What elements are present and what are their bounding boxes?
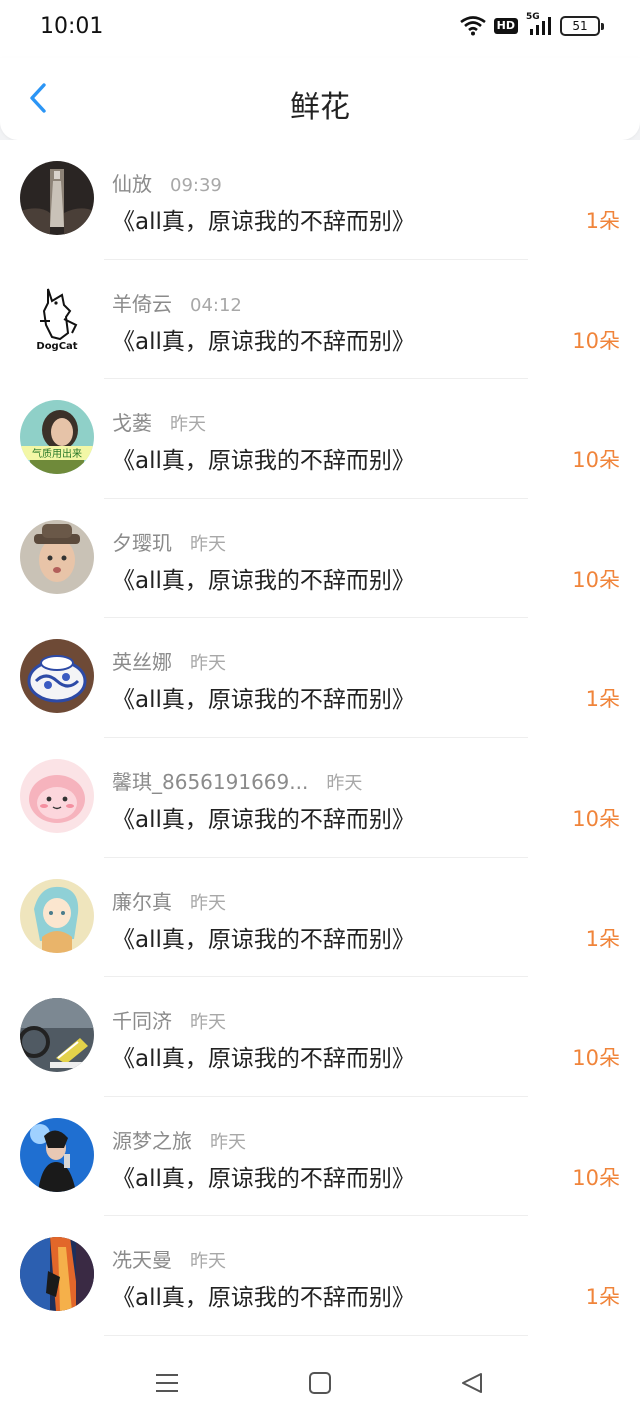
timestamp: 昨天 xyxy=(190,653,226,675)
item-meta: 千同济 昨天 xyxy=(112,1005,226,1034)
avatar[interactable] xyxy=(20,639,94,714)
sender-name: 戈蒌 xyxy=(112,411,152,436)
item-meta: 源梦之旅 昨天 xyxy=(112,1125,246,1154)
gift-message: 《all真，原谅我的不辞而别》 xyxy=(112,448,415,475)
menu-button[interactable] xyxy=(147,1370,187,1400)
avatar[interactable] xyxy=(20,758,94,833)
system-nav-bar xyxy=(0,1340,640,1427)
page-title: 鲜花 xyxy=(290,90,350,125)
sender-name: 千同济 xyxy=(112,1009,172,1034)
timestamp: 昨天 xyxy=(190,1012,226,1034)
sender-name: 冼天曼 xyxy=(112,1248,172,1273)
wifi-icon xyxy=(459,16,486,36)
gift-message: 《all真，原谅我的不辞而别》 xyxy=(112,1046,415,1073)
item-meta: 冼天曼 昨天 xyxy=(112,1244,226,1273)
menu-icon xyxy=(155,1372,179,1398)
flower-count: 1朵 xyxy=(585,1285,620,1310)
list-item[interactable]: 气质用出来 戈蒌 昨天 《all真，原谅我的不辞而别》 10朵 xyxy=(0,379,640,499)
timestamp: 昨天 xyxy=(190,533,226,555)
divider xyxy=(104,1334,528,1336)
timestamp: 昨天 xyxy=(190,1251,226,1273)
gift-message: 《all真，原谅我的不辞而别》 xyxy=(112,567,415,594)
timestamp: 04:12 xyxy=(190,294,242,316)
sender-name: 馨琪_8656191669... xyxy=(112,769,309,794)
gift-message: 《all真，原谅我的不辞而别》 xyxy=(112,1165,415,1192)
avatar[interactable] xyxy=(20,519,94,594)
gift-message: 《all真，原谅我的不辞而别》 xyxy=(112,806,415,833)
signal-icon: 5G xyxy=(526,12,552,36)
home-icon xyxy=(308,1371,332,1399)
list-item[interactable]: 源梦之旅 昨天 《all真，原谅我的不辞而别》 10朵 xyxy=(0,1097,640,1217)
item-meta: 英丝娜 昨天 xyxy=(112,646,226,675)
battery-level: 51 xyxy=(572,19,588,33)
avatar[interactable]: 气质用出来 xyxy=(20,400,94,475)
gift-message: 《all真，原谅我的不辞而别》 xyxy=(112,1285,415,1312)
flower-count: 10朵 xyxy=(572,1165,620,1190)
timestamp: 09:39 xyxy=(170,175,222,196)
list-item[interactable]: 英丝娜 昨天 《all真，原谅我的不辞而别》 1朵 xyxy=(0,618,640,738)
status-icons: HD 5G 51 xyxy=(459,12,604,36)
list-item[interactable]: 馨琪_8656191669... 昨天 《all真，原谅我的不辞而别》 10朵 xyxy=(0,738,640,858)
gift-message: 《all真，原谅我的不辞而别》 xyxy=(112,926,415,953)
avatar[interactable] xyxy=(20,998,94,1073)
flower-gift-list: 仙放 09:39 《all真，原谅我的不辞而别》 1朵 DogCat 羊倚云 0… xyxy=(0,140,640,1340)
item-meta: 仙放 09:39 xyxy=(112,168,222,197)
item-meta: 戈蒌 昨天 xyxy=(112,407,206,436)
flower-count: 10朵 xyxy=(572,448,620,473)
timestamp: 昨天 xyxy=(190,892,226,914)
flower-count: 10朵 xyxy=(572,567,620,592)
timestamp: 昨天 xyxy=(210,1131,246,1153)
sender-name: 仙放 xyxy=(112,172,152,196)
system-back-button[interactable] xyxy=(452,1370,492,1400)
network-type: 5G xyxy=(526,12,540,22)
gift-message: 《all真，原谅我的不辞而别》 xyxy=(112,209,415,235)
timestamp: 昨天 xyxy=(326,772,363,794)
avatar-caption: 气质用出来 xyxy=(32,447,82,460)
home-button[interactable] xyxy=(300,1370,340,1400)
list-item[interactable]: DogCat 羊倚云 04:12 《all真，原谅我的不辞而别》 10朵 xyxy=(0,260,640,380)
sender-name: 羊倚云 xyxy=(112,291,172,316)
flower-count: 1朵 xyxy=(585,209,620,233)
avatar[interactable] xyxy=(20,878,94,953)
timestamp: 昨天 xyxy=(170,414,206,436)
gift-message: 《all真，原谅我的不辞而别》 xyxy=(112,328,415,355)
status-bar: 10:01 HD 5G 51 xyxy=(0,0,640,58)
list-item[interactable]: 仙放 09:39 《all真，原谅我的不辞而别》 1朵 xyxy=(0,140,640,260)
sender-name: 英丝娜 xyxy=(112,650,172,675)
status-time: 10:01 xyxy=(40,14,104,39)
sender-name: 廉尔真 xyxy=(112,889,172,914)
flower-count: 1朵 xyxy=(585,687,620,712)
list-item[interactable]: 廉尔真 昨天 《all真，原谅我的不辞而别》 1朵 xyxy=(0,858,640,978)
flower-count: 10朵 xyxy=(572,328,620,353)
sender-name: 源梦之旅 xyxy=(112,1128,192,1153)
list-item[interactable]: 冼天曼 昨天 《all真，原谅我的不辞而别》 1朵 xyxy=(0,1216,640,1336)
avatar[interactable] xyxy=(20,1237,94,1312)
app-header: 鲜花 xyxy=(0,58,640,140)
battery-icon: 51 xyxy=(560,16,604,36)
sender-name: 夕璎玑 xyxy=(112,530,172,555)
flower-count: 1朵 xyxy=(585,926,620,951)
avatar[interactable]: DogCat xyxy=(20,280,94,355)
list-item[interactable]: 千同济 昨天 《all真，原谅我的不辞而别》 10朵 xyxy=(0,977,640,1097)
back-icon xyxy=(460,1371,484,1399)
avatar[interactable] xyxy=(20,1117,94,1192)
item-meta: 廉尔真 昨天 xyxy=(112,886,226,915)
item-meta: 羊倚云 04:12 xyxy=(112,288,242,317)
flower-count: 10朵 xyxy=(572,1046,620,1071)
list-item[interactable]: 夕璎玑 昨天 《all真，原谅我的不辞而别》 10朵 xyxy=(0,499,640,619)
dogcat-logo-text: DogCat xyxy=(36,341,77,352)
item-meta: 馨琪_8656191669... 昨天 xyxy=(112,766,362,795)
gift-message: 《all真，原谅我的不辞而别》 xyxy=(112,687,415,714)
avatar[interactable] xyxy=(20,161,94,235)
item-meta: 夕璎玑 昨天 xyxy=(112,527,226,556)
hd-icon: HD xyxy=(493,18,518,34)
flower-count: 10朵 xyxy=(572,806,620,831)
